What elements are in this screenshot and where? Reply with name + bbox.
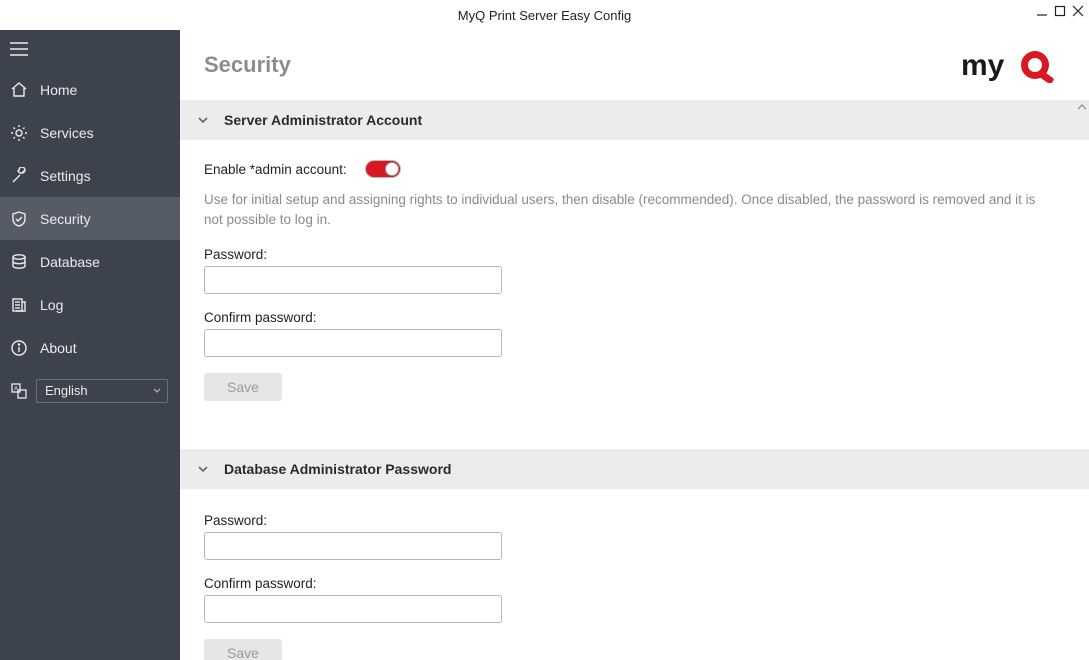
section-body-db-admin: Password: Confirm password: Save xyxy=(180,489,1089,660)
info-icon xyxy=(10,339,28,357)
db-admin-password-input[interactable] xyxy=(204,532,502,560)
db-password-label: Password: xyxy=(204,513,1065,528)
db-admin-confirm-input[interactable] xyxy=(204,595,502,623)
page-title: Security xyxy=(204,52,291,78)
enable-admin-help: Use for initial setup and assigning righ… xyxy=(204,190,1044,229)
svg-text:A: A xyxy=(14,386,18,392)
section-title: Server Administrator Account xyxy=(224,112,422,128)
db-confirm-password-label: Confirm password: xyxy=(204,576,1065,591)
sidebar-item-label: About xyxy=(40,340,77,356)
hamburger-button[interactable] xyxy=(0,30,180,68)
database-icon xyxy=(10,253,28,271)
sidebar-item-about[interactable]: About xyxy=(0,326,180,369)
password-label: Password: xyxy=(204,247,1065,262)
section-header-server-admin[interactable]: Server Administrator Account xyxy=(180,100,1089,140)
language-icon: A xyxy=(10,382,28,400)
shield-icon xyxy=(10,210,28,228)
maximize-button[interactable] xyxy=(1053,4,1067,18)
close-button[interactable] xyxy=(1071,4,1085,18)
sidebar: Home Services Settings Security xyxy=(0,30,180,660)
sidebar-item-log[interactable]: Log xyxy=(0,283,180,326)
sidebar-item-label: Log xyxy=(40,297,63,313)
title-bar: MyQ Print Server Easy Config xyxy=(0,0,1089,30)
section-title: Database Administrator Password xyxy=(224,461,451,477)
sidebar-item-label: Home xyxy=(40,82,77,98)
window-title: MyQ Print Server Easy Config xyxy=(458,8,631,23)
sidebar-item-label: Services xyxy=(40,125,94,141)
tools-icon xyxy=(10,167,28,185)
sidebar-item-settings[interactable]: Settings xyxy=(0,154,180,197)
chevron-down-icon xyxy=(196,113,210,127)
sidebar-item-label: Database xyxy=(40,254,100,270)
sidebar-item-label: Security xyxy=(40,211,91,227)
gear-icon xyxy=(10,124,28,142)
sidebar-item-security[interactable]: Security xyxy=(0,197,180,240)
enable-admin-toggle[interactable] xyxy=(365,160,401,178)
sidebar-item-home[interactable]: Home xyxy=(0,68,180,111)
server-admin-save-button[interactable]: Save xyxy=(204,373,282,401)
log-icon xyxy=(10,296,28,314)
section-body-server-admin: Enable *admin account: Use for initial s… xyxy=(180,140,1089,429)
section-header-db-admin[interactable]: Database Administrator Password xyxy=(180,449,1089,489)
chevron-down-icon xyxy=(196,462,210,476)
db-admin-save-button[interactable]: Save xyxy=(204,639,282,660)
language-selected: English xyxy=(45,383,88,398)
minimize-button[interactable] xyxy=(1035,4,1049,18)
server-admin-password-input[interactable] xyxy=(204,266,502,294)
enable-admin-label: Enable *admin account: xyxy=(204,162,347,177)
toggle-knob xyxy=(385,162,399,176)
sidebar-item-label: Settings xyxy=(40,168,91,184)
server-admin-confirm-input[interactable] xyxy=(204,329,502,357)
scrollbar[interactable] xyxy=(1075,100,1089,660)
svg-text:my: my xyxy=(961,49,1005,82)
scroll-up-icon xyxy=(1075,100,1089,114)
chevron-down-icon xyxy=(153,383,161,398)
home-icon xyxy=(10,81,28,99)
sidebar-item-database[interactable]: Database xyxy=(0,240,180,283)
language-select[interactable]: English xyxy=(36,379,168,403)
menu-icon xyxy=(10,42,28,56)
brand-logo: my xyxy=(961,47,1065,83)
confirm-password-label: Confirm password: xyxy=(204,310,1065,325)
sidebar-item-services[interactable]: Services xyxy=(0,111,180,154)
